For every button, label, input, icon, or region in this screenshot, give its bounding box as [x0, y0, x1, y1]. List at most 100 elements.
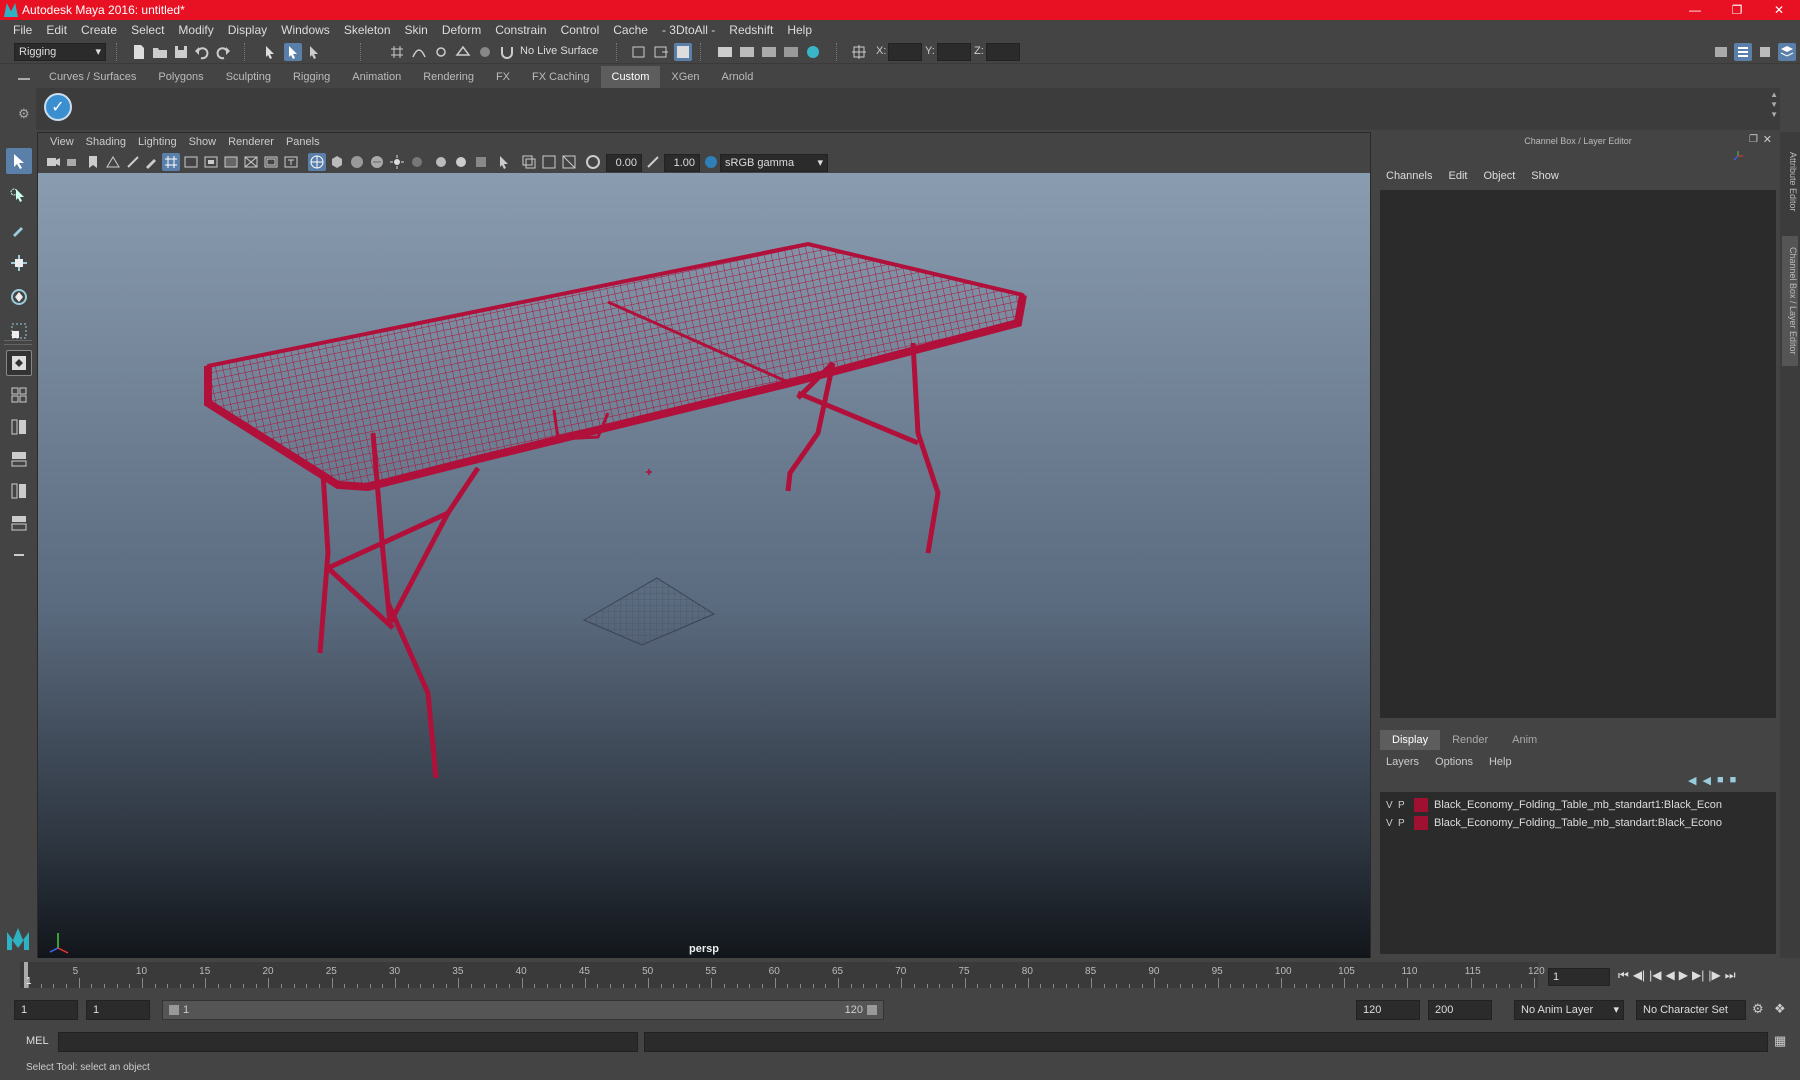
shelf-tab-fx-caching[interactable]: FX Caching [521, 66, 600, 88]
exposure-icon[interactable] [584, 153, 602, 171]
time-slider[interactable]: 1 5 10 15 20 25 30 35 40 45 50 55 60 65 70 75 80 85 90 95 1… [20, 962, 1545, 988]
modeling-toolkit-icon[interactable] [1712, 43, 1730, 61]
script-editor-icon[interactable]: ▦ [1774, 1033, 1786, 1049]
gamma-field[interactable]: 1.00 [664, 154, 700, 172]
go-to-end-icon[interactable]: ⏭ [1725, 968, 1736, 983]
snap-view-plane-icon[interactable] [454, 43, 472, 61]
close-panel-icon[interactable]: ✕ [1763, 133, 1772, 146]
select-tool-icon[interactable] [6, 148, 32, 174]
viewport-menu-show[interactable]: Show [183, 136, 223, 148]
step-forward-frame-icon[interactable]: ▶| [1692, 968, 1704, 983]
layer-tab-display[interactable]: Display [1380, 730, 1441, 750]
grid-toggle-icon[interactable] [162, 153, 180, 171]
viewport-menu-renderer[interactable]: Renderer [222, 136, 280, 148]
color-management-icon[interactable] [702, 153, 720, 171]
view-transform-dropdown[interactable]: sRGB gamma ▾ [720, 154, 828, 172]
select-by-hierarchy-icon[interactable] [262, 43, 280, 61]
transform-mode-icon[interactable] [850, 43, 868, 61]
animation-prefs-icon[interactable]: ❖ [1774, 1001, 1786, 1017]
viewport-menu-panels[interactable]: Panels [280, 136, 326, 148]
live-surface-field[interactable]: No Live Surface [516, 43, 608, 61]
render-current-icon[interactable] [738, 43, 756, 61]
anti-aliasing-icon[interactable] [472, 153, 490, 171]
playback-end-field[interactable]: 120 [1356, 1000, 1420, 1020]
command-input[interactable] [58, 1032, 638, 1052]
persp-outliner-layout-icon[interactable] [6, 414, 32, 440]
menu-edit[interactable]: Edit [39, 23, 74, 37]
layer-row[interactable]: V P Black_Economy_Folding_Table_mb_stand… [1386, 814, 1722, 832]
camera-attributes-icon[interactable] [44, 153, 62, 171]
menu-deform[interactable]: Deform [435, 23, 488, 37]
shelf-tab-menu-icon[interactable] [18, 78, 30, 80]
playback-start-field[interactable]: 1 [86, 1000, 150, 1020]
viewport-menu-lighting[interactable]: Lighting [132, 136, 183, 148]
image-plane-icon[interactable] [104, 153, 122, 171]
x-field[interactable] [888, 43, 922, 61]
attribute-editor-toggle-icon[interactable] [1734, 43, 1752, 61]
step-forward-key-icon[interactable]: |▶ [1708, 968, 1720, 983]
ipr-render-icon[interactable] [760, 43, 778, 61]
layer-playback-toggle[interactable]: P [1398, 818, 1410, 829]
snap-grid-icon[interactable] [388, 43, 406, 61]
animation-end-field[interactable]: 200 [1428, 1000, 1492, 1020]
new-scene-icon[interactable] [130, 43, 148, 61]
save-scene-icon[interactable] [172, 43, 190, 61]
four-view-layout-icon[interactable] [6, 382, 32, 408]
layer-color-swatch[interactable] [1414, 798, 1428, 812]
single-perspective-layout-icon[interactable] [6, 350, 32, 376]
snap-point-icon[interactable] [432, 43, 450, 61]
camera-lock-icon[interactable] [64, 153, 82, 171]
gamma-icon[interactable] [644, 153, 662, 171]
move-layer-down-icon[interactable]: ◀ [1702, 774, 1710, 787]
select-by-object-icon[interactable] [284, 43, 302, 61]
side-tab-attribute-editor[interactable]: Attribute Editor [1782, 142, 1798, 222]
rotate-tool-icon[interactable] [6, 284, 32, 310]
render-settings-icon[interactable] [782, 43, 800, 61]
float-panel-icon[interactable]: ❐ [1749, 134, 1758, 145]
textured-icon[interactable] [368, 153, 386, 171]
xray-joints-icon[interactable] [540, 153, 558, 171]
go-to-start-icon[interactable]: ⏮ [1618, 968, 1629, 983]
snap-live-icon[interactable] [476, 43, 494, 61]
menu-select[interactable]: Select [124, 23, 171, 37]
hypershade-icon[interactable] [804, 43, 822, 61]
render-view-icon[interactable] [716, 43, 734, 61]
safe-title-icon[interactable] [282, 153, 300, 171]
shelf-tab-arnold[interactable]: Arnold [711, 66, 765, 88]
shelf-tab-rigging[interactable]: Rigging [282, 66, 341, 88]
isolate-select-icon[interactable] [496, 153, 514, 171]
shadows-icon[interactable] [408, 153, 426, 171]
layer-tab-render[interactable]: Render [1440, 730, 1500, 750]
character-set-dropdown[interactable]: No Character Set [1636, 1000, 1746, 1020]
step-back-key-icon[interactable]: ◀| [1633, 968, 1645, 983]
default-material-icon[interactable] [348, 153, 366, 171]
shelf-tab-sculpting[interactable]: Sculpting [215, 66, 282, 88]
gate-mask-icon[interactable] [222, 153, 240, 171]
auto-key-icon[interactable]: ⚙ [1752, 1001, 1764, 1017]
step-back-frame-icon[interactable]: |◀ [1649, 968, 1661, 983]
close-button[interactable]: ✕ [1758, 0, 1800, 20]
range-slider[interactable]: 1 120 [162, 1000, 884, 1020]
layer-menu-options[interactable]: Options [1427, 752, 1481, 772]
bookmark-icon[interactable] [84, 153, 102, 171]
ambient-occlusion-icon[interactable] [432, 153, 450, 171]
menu-skeleton[interactable]: Skeleton [337, 23, 398, 37]
channel-box-menu-edit[interactable]: Edit [1440, 170, 1475, 182]
tool-settings-toggle-icon[interactable] [1756, 43, 1774, 61]
shelf-tab-custom[interactable]: Custom [600, 66, 661, 88]
channel-box-menu-channels[interactable]: Channels [1378, 170, 1440, 182]
channel-box-area[interactable] [1380, 190, 1776, 718]
magnet-icon[interactable] [498, 43, 516, 61]
layer-playback-toggle[interactable]: P [1398, 800, 1410, 811]
z-field[interactable] [986, 43, 1020, 61]
range-start-handle[interactable] [169, 1005, 179, 1015]
shelf-scroll-icon[interactable]: ▲ ▼ ▼ [1770, 90, 1778, 120]
side-tab-channel-box[interactable]: Channel Box / Layer Editor [1782, 236, 1798, 366]
table-wireframe-model[interactable] [38, 173, 1370, 958]
shelf-tab-rendering[interactable]: Rendering [412, 66, 485, 88]
outliner-layout-icon[interactable] [6, 510, 32, 536]
open-scene-icon[interactable] [151, 43, 169, 61]
maximize-button[interactable]: ❐ [1716, 0, 1758, 20]
checkmark-shelf-icon[interactable]: ✓ [44, 93, 72, 121]
menu-windows[interactable]: Windows [274, 23, 337, 37]
